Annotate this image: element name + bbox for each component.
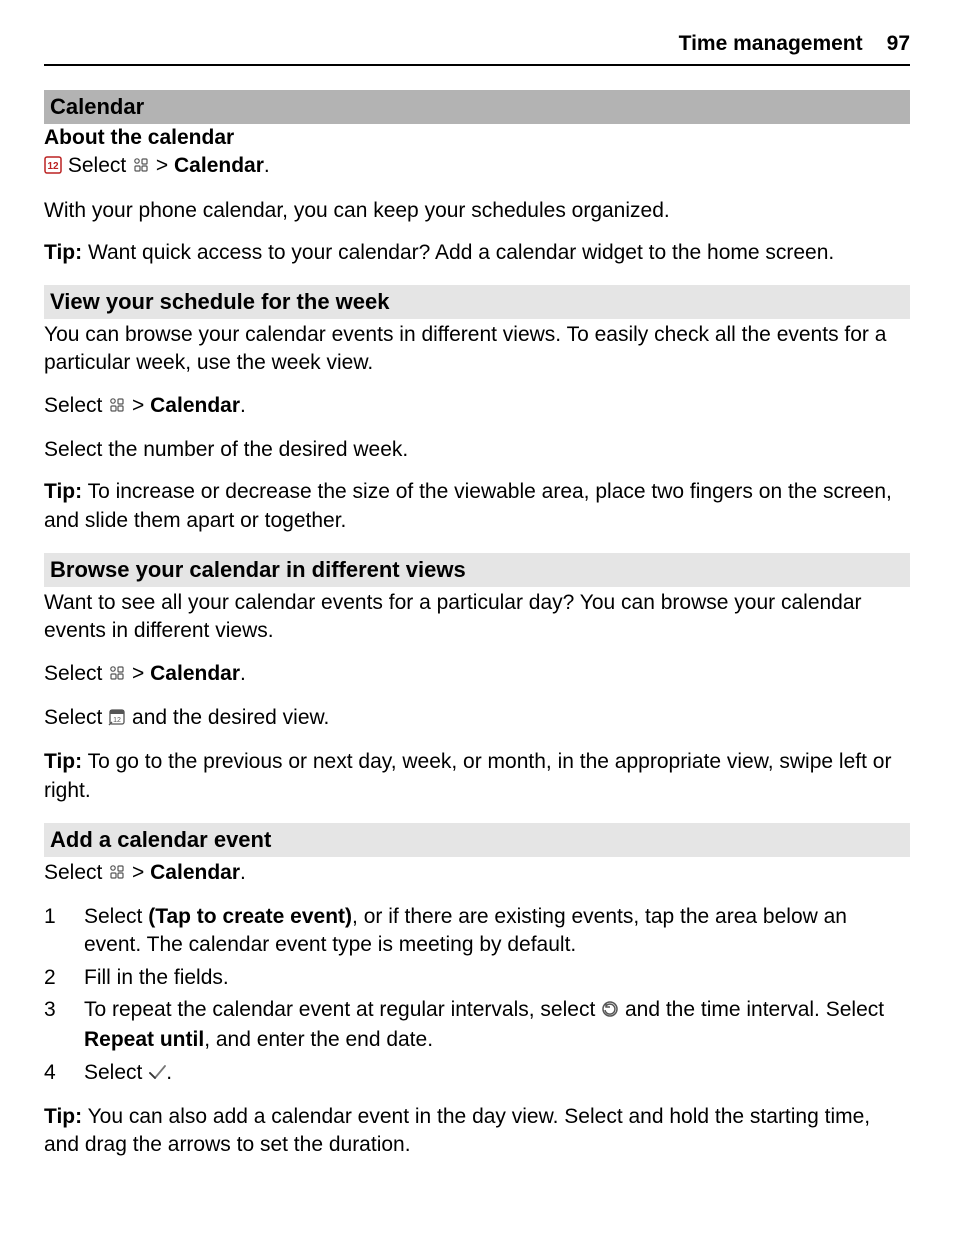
- page: Time management 97 Calendar About the ca…: [0, 0, 954, 1258]
- label-tap-create: (Tap to create event): [148, 905, 352, 928]
- tip-text: Want quick access to your calendar? Add …: [82, 241, 834, 264]
- repeat-icon: [601, 998, 619, 1026]
- list-item: 3 To repeat the calendar event at regula…: [44, 996, 910, 1055]
- heading-about-calendar: About the calendar: [44, 124, 910, 152]
- menu-grid-icon: [108, 394, 126, 422]
- step-select-calendar: Select > Calendar.: [44, 859, 910, 889]
- text: >: [126, 394, 150, 417]
- text: Select: [84, 905, 148, 928]
- label-calendar: Calendar: [150, 394, 240, 417]
- step-text: To repeat the calendar event at regular …: [84, 996, 910, 1055]
- tip: Tip: Want quick access to your calendar?…: [44, 239, 910, 267]
- text: , and enter the end date.: [204, 1028, 433, 1051]
- tip-text: To increase or decrease the size of the …: [44, 480, 892, 531]
- label-calendar: Calendar: [174, 154, 264, 177]
- list-item: 2 Fill in the fields.: [44, 964, 910, 992]
- text: Select: [84, 1061, 148, 1084]
- text: .: [240, 662, 246, 685]
- step-number: 1: [44, 903, 84, 960]
- heading-browse-views: Browse your calendar in different views: [44, 553, 910, 587]
- tip-text: You can also add a calendar event in the…: [44, 1105, 870, 1156]
- step-number: 2: [44, 964, 84, 992]
- paragraph: Select the number of the desired week.: [44, 436, 910, 464]
- header-title: Time management: [679, 30, 863, 58]
- tip-label: Tip:: [44, 1105, 82, 1128]
- tip: Tip: To go to the previous or next day, …: [44, 748, 910, 805]
- text: >: [126, 861, 150, 884]
- text: Select: [68, 154, 126, 177]
- label-calendar: Calendar: [150, 861, 240, 884]
- section-bar-calendar: Calendar: [44, 90, 910, 124]
- step-number: 4: [44, 1059, 84, 1089]
- text: .: [240, 394, 246, 417]
- tip: Tip: To increase or decrease the size of…: [44, 478, 910, 535]
- step-select-calendar: Select > Calendar.: [44, 660, 910, 690]
- text: To repeat the calendar event at regular …: [84, 998, 601, 1021]
- checkmark-icon: [148, 1061, 166, 1089]
- text: .: [240, 861, 246, 884]
- steps-list: 1 Select (Tap to create event), or if th…: [44, 903, 910, 1089]
- tip: Tip: You can also add a calendar event i…: [44, 1103, 910, 1160]
- text: >: [156, 154, 174, 177]
- text: .: [264, 154, 270, 177]
- tip-label: Tip:: [44, 750, 82, 773]
- paragraph: With your phone calendar, you can keep y…: [44, 197, 910, 225]
- list-item: 4 Select .: [44, 1059, 910, 1089]
- step-select-calendar: Select > Calendar.: [44, 392, 910, 422]
- text: and the desired view.: [126, 706, 329, 729]
- text: Select: [44, 706, 108, 729]
- tip-label: Tip:: [44, 241, 82, 264]
- step-select-calendar: Select > Calendar.: [44, 152, 910, 182]
- step-number: 3: [44, 996, 84, 1055]
- label-repeat-until: Repeat until: [84, 1028, 204, 1051]
- text: Select: [44, 394, 108, 417]
- page-header: Time management 97: [44, 30, 910, 66]
- heading-add-event: Add a calendar event: [44, 823, 910, 857]
- step-text: Select .: [84, 1059, 910, 1089]
- menu-grid-icon: [132, 154, 150, 182]
- text: and the time interval. Select: [619, 998, 884, 1021]
- text: Select: [44, 662, 108, 685]
- text: Select: [44, 861, 108, 884]
- tip-label: Tip:: [44, 480, 82, 503]
- menu-grid-icon: [108, 861, 126, 889]
- list-item: 1 Select (Tap to create event), or if th…: [44, 903, 910, 960]
- text: >: [126, 662, 150, 685]
- step-text: Fill in the fields.: [84, 964, 910, 992]
- menu-grid-icon: [108, 662, 126, 690]
- page-number: 97: [887, 30, 910, 58]
- calendar-12-icon: [44, 154, 62, 182]
- text: .: [166, 1061, 172, 1084]
- paragraph: You can browse your calendar events in d…: [44, 321, 910, 378]
- step-select-view: Select and the desired view.: [44, 704, 910, 734]
- tip-text: To go to the previous or next day, week,…: [44, 750, 891, 801]
- label-calendar: Calendar: [150, 662, 240, 685]
- heading-view-week: View your schedule for the week: [44, 285, 910, 319]
- calendar-view-icon: [108, 706, 126, 734]
- step-text: Select (Tap to create event), or if ther…: [84, 903, 910, 960]
- paragraph: Want to see all your calendar events for…: [44, 589, 910, 646]
